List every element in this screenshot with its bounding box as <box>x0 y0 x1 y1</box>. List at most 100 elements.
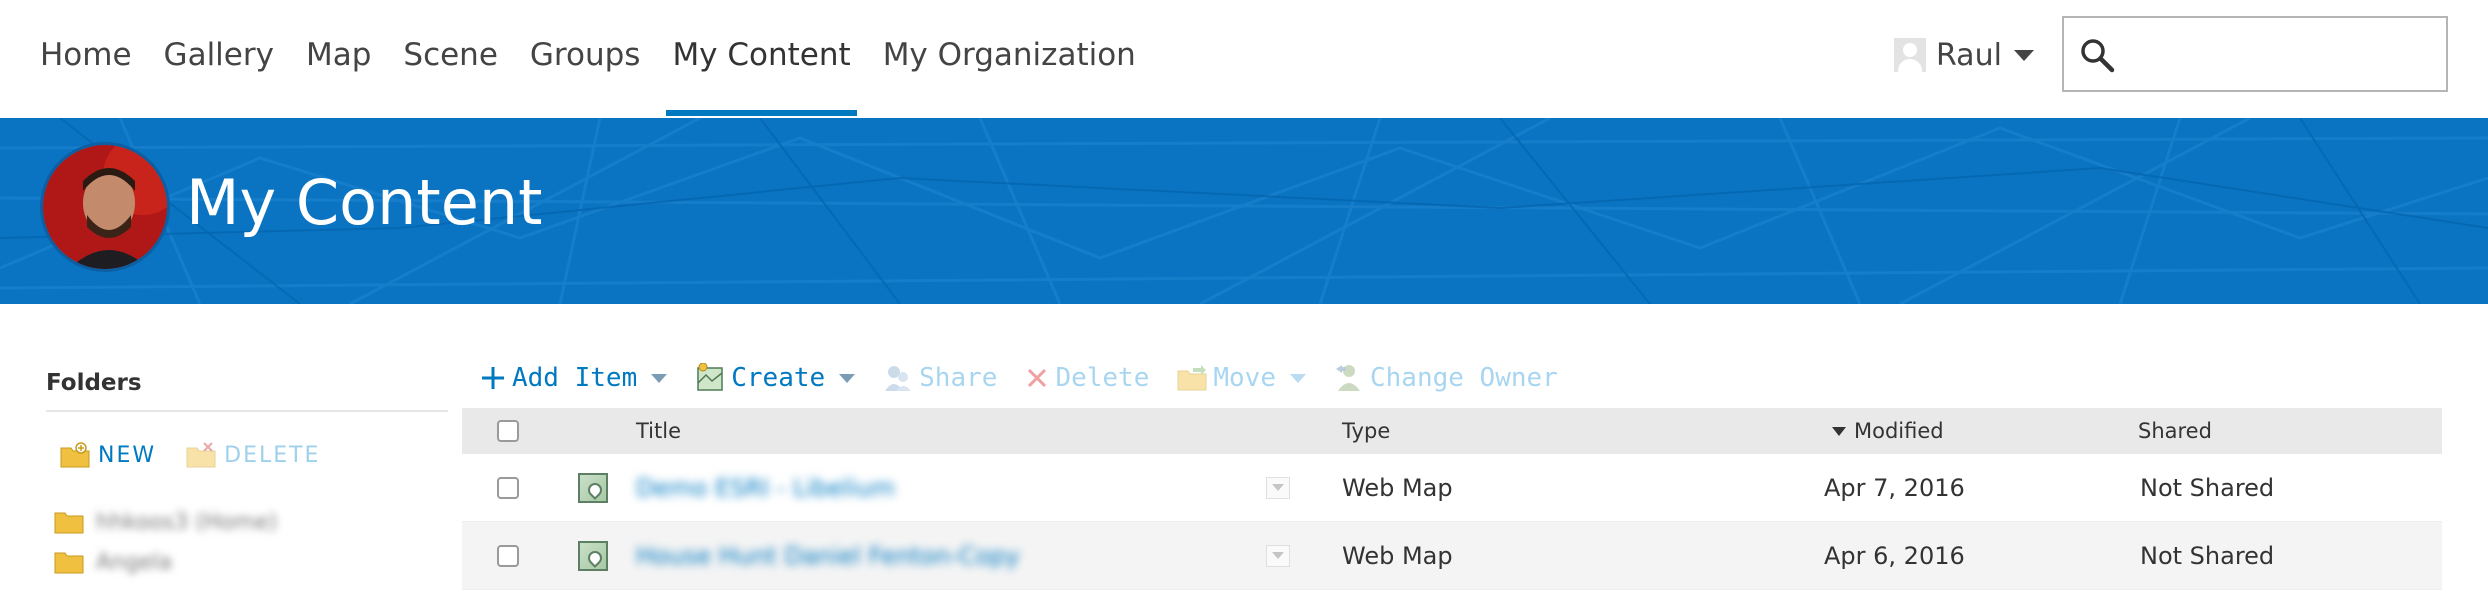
profile-photo <box>40 142 170 272</box>
delete-label: Delete <box>1055 363 1150 393</box>
nav-link-my-content[interactable]: My Content <box>656 0 866 118</box>
new-folder-icon <box>60 442 90 468</box>
delete-button[interactable]: Delete <box>1025 363 1149 393</box>
column-header-type[interactable]: Type <box>1342 408 1390 454</box>
create-button[interactable]: Create <box>695 363 856 393</box>
folder-item-home[interactable]: hhkoos3 (Home) <box>46 502 448 542</box>
change-owner-icon <box>1335 365 1360 391</box>
item-type-cell: Web Map <box>1342 454 1453 521</box>
folder-name: hhkoos3 (Home) <box>96 509 278 535</box>
item-shared: Not Shared <box>2140 541 2275 570</box>
row-select-cell <box>497 522 519 589</box>
column-modified-label: Modified <box>1854 419 1944 443</box>
content-table: Title Type Modified Shared Demo ESRI - L… <box>462 408 2442 590</box>
row-checkbox[interactable] <box>497 544 519 567</box>
folder-name: Angela <box>96 549 173 575</box>
folders-panel: Folders NEW DELETE hhkoos3 (Home) Angela <box>46 370 448 582</box>
column-title-label: Title <box>636 419 682 443</box>
sort-descending-icon <box>1832 426 1846 436</box>
item-type: Web Map <box>1342 473 1453 502</box>
item-title-link[interactable]: Demo ESRI - Libelium <box>636 474 895 502</box>
share-icon <box>885 366 912 391</box>
row-checkbox[interactable] <box>497 476 519 499</box>
chevron-down-icon <box>651 373 668 383</box>
table-header-row: Title Type Modified Shared <box>462 408 2442 454</box>
chevron-down-icon <box>1272 552 1284 559</box>
move-label: Move <box>1213 363 1276 393</box>
nav-link-scene[interactable]: Scene <box>387 0 514 118</box>
create-map-icon <box>697 363 723 391</box>
new-folder-label: NEW <box>98 442 157 468</box>
item-shared-cell: Not Shared <box>2140 522 2274 589</box>
column-shared-label: Shared <box>2138 419 2212 443</box>
folder-actions: NEW DELETE <box>46 442 448 468</box>
row-select-cell <box>497 454 519 521</box>
change-owner-button[interactable]: Change Owner <box>1334 363 1558 393</box>
nav-link-home[interactable]: Home <box>24 0 148 118</box>
row-menu-cell <box>1266 522 1290 589</box>
item-shared: Not Shared <box>2140 473 2275 502</box>
item-modified-cell: Apr 7, 2016 <box>1824 454 1965 521</box>
user-name: Raul <box>1936 37 2002 73</box>
web-map-icon <box>578 540 608 571</box>
add-item-label: Add Item <box>512 363 638 393</box>
item-modified-cell: Apr 6, 2016 <box>1824 522 1965 589</box>
folder-item[interactable]: Angela <box>46 542 448 582</box>
x-icon <box>1028 368 1047 388</box>
delete-folder-button[interactable]: DELETE <box>186 442 320 468</box>
item-thumbnail-cell <box>578 522 608 589</box>
table-row[interactable]: Demo ESRI - Libelium Web Map Apr 7, 2016… <box>462 454 2442 522</box>
top-navigation-bar: Home Gallery Map Scene Groups My Content… <box>0 0 2488 118</box>
select-all-cell <box>497 408 519 454</box>
item-modified: Apr 6, 2016 <box>1824 541 1965 570</box>
item-thumbnail-cell <box>578 454 608 521</box>
row-options-dropdown[interactable] <box>1266 544 1290 567</box>
item-title-link[interactable]: House Hunt Daniel Fenton-Copy <box>636 542 1020 570</box>
move-button[interactable]: Move <box>1177 363 1306 393</box>
create-label: Create <box>731 363 826 393</box>
column-header-title[interactable]: Title <box>636 408 681 454</box>
nav-link-gallery[interactable]: Gallery <box>148 0 290 118</box>
chevron-down-icon <box>1272 484 1284 491</box>
nav-link-groups[interactable]: Groups <box>514 0 657 118</box>
chevron-down-icon <box>2013 49 2034 61</box>
web-map-icon <box>578 472 608 503</box>
delete-folder-label: DELETE <box>224 442 321 468</box>
folders-heading: Folders <box>46 370 448 412</box>
add-item-button[interactable]: Add Item <box>480 363 668 393</box>
column-header-shared[interactable]: Shared <box>2138 408 2212 454</box>
item-type-cell: Web Map <box>1342 522 1453 589</box>
move-folder-icon <box>1177 365 1207 391</box>
nav-link-map[interactable]: Map <box>290 0 387 118</box>
table-row[interactable]: House Hunt Daniel Fenton-Copy Web Map Ap… <box>462 522 2442 590</box>
content-toolbar: Add Item Create Share Delete Move Change… <box>480 356 1586 400</box>
item-shared-cell: Not Shared <box>2140 454 2274 521</box>
user-avatar-icon <box>1894 38 1926 72</box>
select-all-checkbox[interactable] <box>497 420 519 442</box>
user-menu[interactable]: Raul <box>1894 32 2034 78</box>
share-label: Share <box>919 363 998 393</box>
nav-link-my-organization[interactable]: My Organization <box>867 0 1152 118</box>
new-folder-button[interactable]: NEW <box>60 442 156 468</box>
chevron-down-icon <box>1289 373 1306 383</box>
share-button[interactable]: Share <box>883 363 997 393</box>
item-title-cell: House Hunt Daniel Fenton-Copy <box>636 522 1020 589</box>
item-modified: Apr 7, 2016 <box>1824 473 1965 502</box>
item-type: Web Map <box>1342 541 1453 570</box>
folder-icon <box>54 512 84 534</box>
page-banner: My Content <box>0 118 2488 304</box>
plus-icon <box>482 367 504 389</box>
delete-folder-icon <box>186 442 216 468</box>
item-title-cell: Demo ESRI - Libelium <box>636 454 895 521</box>
row-menu-cell <box>1266 454 1290 521</box>
column-header-modified[interactable]: Modified <box>1832 408 1944 454</box>
folder-icon <box>54 552 84 574</box>
column-type-label: Type <box>1342 419 1391 443</box>
row-options-dropdown[interactable] <box>1266 476 1290 499</box>
chevron-down-icon <box>839 373 856 383</box>
change-owner-label: Change Owner <box>1369 363 1558 393</box>
nav-links: Home Gallery Map Scene Groups My Content… <box>24 0 1152 118</box>
folder-list: hhkoos3 (Home) Angela <box>46 502 448 582</box>
search-icon <box>2081 39 2115 73</box>
search-input[interactable] <box>2062 16 2448 92</box>
